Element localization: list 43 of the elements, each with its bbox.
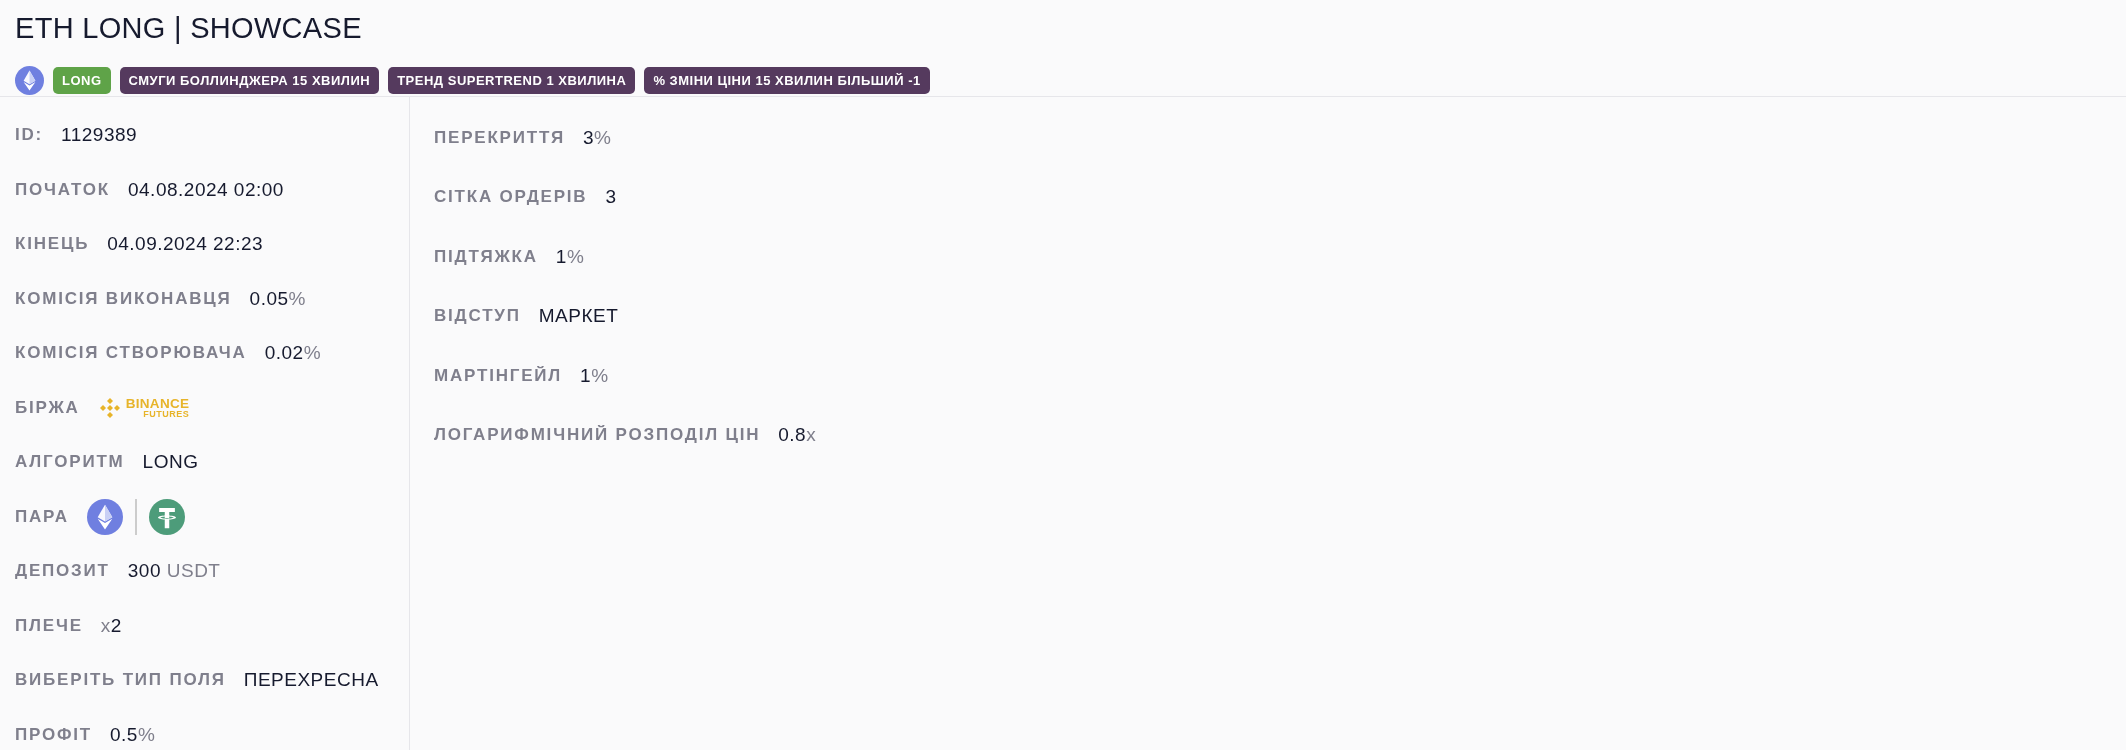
field-value: 0.8x <box>778 424 817 447</box>
tag: ТРЕНД SUPERTREND 1 ХВИЛИНА <box>388 67 636 94</box>
field-value: 1129389 <box>61 124 138 147</box>
field-value: 0.05% <box>249 287 306 310</box>
field-label: БІРЖА <box>15 397 80 418</box>
field-label: ВІДСТУП <box>434 306 521 327</box>
field-value: 300 USDT <box>127 560 221 583</box>
field-value: 1% <box>555 245 585 268</box>
field-value: LONG <box>142 451 199 474</box>
tag: СМУГИ БОЛЛИНДЖЕРА 15 ХВИЛИН <box>119 67 380 94</box>
field-label: ПРОФІТ <box>15 724 92 745</box>
field-label: ВИБЕРІТЬ ТИП ПОЛЯ <box>15 670 226 691</box>
field-label: КІНЕЦЬ <box>15 234 90 255</box>
field-value: МАРКЕТ <box>538 305 619 328</box>
field-label: ID: <box>15 125 44 146</box>
ethereum-icon <box>86 498 123 535</box>
tag: LONG <box>53 67 111 94</box>
field-label: ПЛЕЧЕ <box>15 615 83 636</box>
field-value: 3% <box>582 126 612 149</box>
field-label: КОМІСІЯ ВИКОНАВЦЯ <box>15 288 232 309</box>
field-value: 04.08.2024 02:00 <box>128 178 284 201</box>
field-label: КОМІСІЯ СТВОРЮВАЧА <box>15 343 247 364</box>
field-label: ДЕПОЗИТ <box>15 561 110 582</box>
field-value: ПЕРЕХРЕСНА <box>243 669 379 692</box>
field-value: 0.5% <box>110 723 156 746</box>
field-label: СІТКА ОРДЕРІВ <box>434 187 588 208</box>
field-label: АЛГОРИТМ <box>15 452 125 473</box>
field-label: ПІДТЯЖКА <box>434 246 538 267</box>
field-label: ПЕРЕКРИТТЯ <box>434 127 565 148</box>
field-value: x2 <box>100 614 122 637</box>
field-value: 04.09.2024 22:23 <box>107 233 264 256</box>
tag: % ЗМІНИ ЦІНИ 15 ХВИЛИН БІЛЬШИЙ -1 <box>644 67 930 94</box>
field-label: ЛОГАРИФМІЧНИЙ РОЗПОДІЛ ЦІН <box>434 425 761 446</box>
field-label: ПАРА <box>15 506 69 527</box>
field-label: ПОЧАТОК <box>15 179 110 200</box>
page-title: ETH LONG | SHOWCASE <box>15 11 362 46</box>
field-label: МАРТІНГЕЙЛ <box>434 365 563 386</box>
field-value: 0.02% <box>264 342 322 365</box>
tether-icon <box>148 498 185 535</box>
exchange-logo: BINANCE FUTURES <box>97 395 190 420</box>
field-value: 1% <box>580 364 609 387</box>
field-value: 3 <box>605 186 617 209</box>
ethereum-icon <box>15 66 44 95</box>
